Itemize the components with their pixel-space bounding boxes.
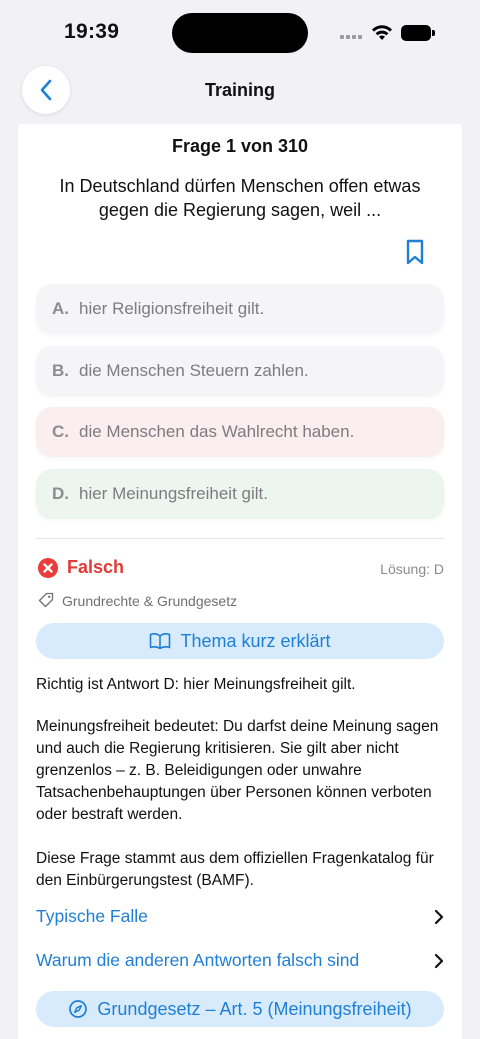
- divider: [36, 538, 444, 539]
- navigation-bar: Training: [0, 64, 480, 118]
- typical-trap-link[interactable]: Typische Falle: [36, 906, 444, 930]
- tag-icon: [38, 592, 54, 608]
- answer-option-b[interactable]: B. die Menschen Steuern zahlen.: [36, 346, 444, 396]
- explanation-body: Meinungsfreiheit bedeutet: Du darfst dei…: [36, 718, 439, 823]
- compass-icon: [69, 1000, 88, 1018]
- book-icon: [150, 633, 171, 650]
- answer-letter: A.: [52, 299, 69, 318]
- answer-text: hier Meinungsfreiheit gilt.: [79, 484, 268, 503]
- answer-letter: D.: [52, 484, 69, 503]
- answer-letter: B.: [52, 361, 69, 380]
- why-wrong-link[interactable]: Warum die anderen Antworten falsch sind: [36, 950, 444, 974]
- status-time: 19:39: [64, 20, 120, 43]
- law-reference-button[interactable]: Grundgesetz – Art. 5 (Meinungsfreiheit): [36, 991, 444, 1027]
- question-counter: Frage 1 von 310: [171, 136, 309, 156]
- answer-text: die Menschen Steuern zahlen.: [79, 361, 309, 380]
- question-card: Frage 1 von 310 In Deutschland dürfen Me…: [18, 124, 462, 1039]
- answer-text: die Menschen das Wahlrecht haben.: [79, 422, 355, 441]
- battery-tip: [432, 30, 435, 36]
- topic-explained-button[interactable]: Thema kurz erklärt: [36, 623, 444, 659]
- chevron-right-icon: [434, 953, 444, 969]
- result-label: Falsch: [67, 557, 125, 577]
- status-bar: 19:39: [0, 0, 480, 64]
- battery-icon: [401, 25, 431, 41]
- topic-explained-label: Thema kurz erklärt: [180, 630, 331, 651]
- explanation-source: Diese Frage stammt aus dem offiziellen F…: [36, 850, 434, 889]
- topic-tag-label: Grundrechte & Grundgesetz: [62, 593, 238, 609]
- cellular-signal-icon: [340, 27, 366, 41]
- answer-option-c[interactable]: C. die Menschen das Wahlrecht haben.: [36, 407, 444, 457]
- law-reference-label: Grundgesetz – Art. 5 (Meinungsfreiheit): [97, 998, 412, 1019]
- explanation-answer: Richtig ist Antwort D: hier Meinungsfrei…: [36, 676, 356, 693]
- typical-trap-label: Typische Falle: [36, 906, 148, 926]
- bookmark-icon[interactable]: [404, 238, 426, 266]
- solution-label: Lösung: D: [380, 561, 444, 577]
- chevron-right-icon: [434, 909, 444, 925]
- answer-option-d[interactable]: D. hier Meinungsfreiheit gilt.: [36, 469, 444, 519]
- why-wrong-label: Warum die anderen Antworten falsch sind: [36, 950, 360, 970]
- answer-letter: C.: [52, 422, 69, 441]
- page-title: Training: [204, 80, 275, 100]
- dynamic-island: [172, 13, 308, 53]
- answer-option-a[interactable]: A. hier Religionsfreiheit gilt.: [36, 284, 444, 334]
- error-x-icon: [38, 558, 58, 578]
- wifi-icon: [372, 25, 392, 40]
- result-row: Falsch Lösung: D: [36, 556, 444, 580]
- question-text: In Deutschland dürfen Menschen offen etw…: [59, 176, 421, 220]
- answer-text: hier Religionsfreiheit gilt.: [79, 299, 265, 318]
